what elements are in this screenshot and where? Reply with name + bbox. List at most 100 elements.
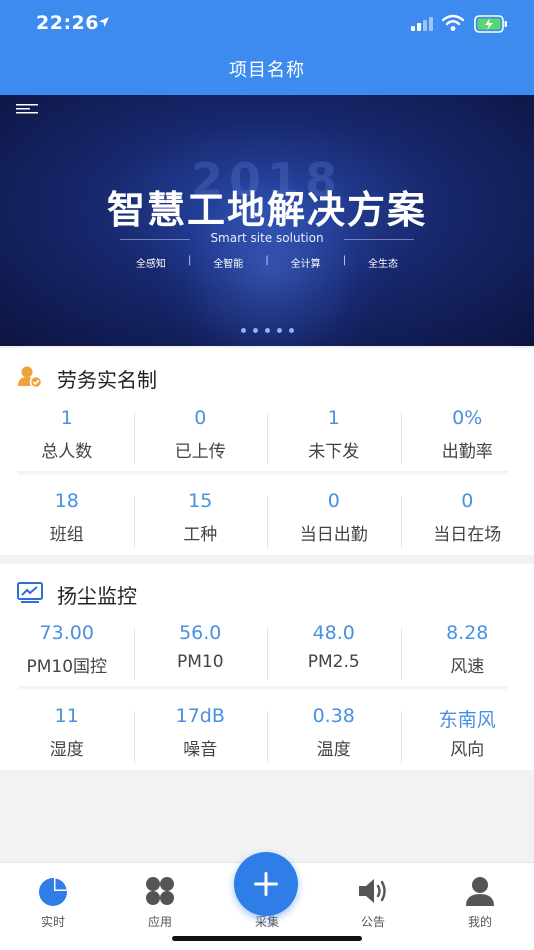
dust-section-title: 扬尘监控 [57,584,137,608]
pie-chart-icon [39,877,68,906]
stat-label: 温度 [316,740,351,760]
stat-value: 1 [327,407,340,429]
tab-mine[interactable]: 我的 [440,875,520,930]
stat-label: 出勤率 [441,442,493,462]
worker-badge-icon [18,366,43,389]
monitor-chart-icon [17,582,43,603]
stat-value: 15 [188,490,213,512]
stat-value: 东南风 [438,709,496,731]
page-dot[interactable] [288,328,294,333]
banner-rule-right [344,239,414,240]
banner-subline: Smart site solution [210,231,324,245]
stat-value: 56.0 [179,622,222,644]
stat-label: 总人数 [41,442,93,462]
stat-value: 48.0 [312,622,355,644]
collect-fab-button[interactable] [234,852,298,916]
stat-teams[interactable]: 18 班组 [0,482,134,562]
stat-label: PM10 [176,652,224,672]
status-bar: 22:26 [0,0,534,48]
home-indicator [172,936,362,941]
tab-label: 我的 [467,915,492,929]
labor-section: 劳务实名制 1 总人数 0 已上传 1 未下发 0% 出勤率 18 班组 15 … [0,348,534,555]
stat-uploaded[interactable]: 0 已上传 [133,399,268,479]
status-time: 22:26 [36,12,99,34]
banner-tag: 全感知 [135,259,166,270]
stat-label: 未下发 [308,442,360,462]
stat-label: 班组 [49,525,84,545]
promo-banner[interactable]: 2018 智慧工地解决方案 Smart site solution 全感知 | … [0,95,534,346]
stat-value: 1 [60,407,73,429]
stat-label: 工种 [183,525,218,545]
stat-today-onsite[interactable]: 0 当日在场 [400,482,534,562]
banner-tag-separator: | [265,255,269,266]
stat-value: 0.38 [312,705,355,727]
tab-apps[interactable]: 应用 [120,875,200,930]
page-dot[interactable] [264,328,270,333]
top-bar: 22:26 项目名称 [0,0,534,95]
stat-total-people[interactable]: 1 总人数 [0,399,134,479]
stat-temperature[interactable]: 0.38 温度 [267,697,401,777]
stat-label: 当日在场 [433,525,502,545]
banner-tag: 全计算 [290,259,321,270]
stat-value: 17dB [175,705,225,727]
stat-attendance-rate[interactable]: 0% 出勤率 [400,399,534,479]
stat-label: 风向 [450,740,485,760]
plus-icon [254,872,278,896]
page-title: 项目名称 [229,60,305,81]
tab-notice[interactable]: 公告 [333,875,413,930]
row-divider [18,686,508,690]
menu-icon[interactable] [16,103,38,115]
page-dot[interactable] [252,328,258,333]
tab-label: 应用 [147,915,172,929]
stat-noise[interactable]: 17dB 噪音 [133,697,268,777]
tab-label: 实时 [40,915,65,929]
banner-tag: 全生态 [368,259,399,270]
page-dot[interactable] [240,328,246,333]
stat-label: 当日出勤 [299,525,368,545]
stat-label: 已上传 [174,442,226,462]
stat-pm10[interactable]: 56.0 PM10 [133,614,268,694]
speaker-icon [359,879,386,903]
stat-not-issued[interactable]: 1 未下发 [267,399,401,479]
location-arrow-icon [99,17,109,27]
row-divider [18,471,508,475]
stat-value: 8.28 [446,622,489,644]
tab-label: 公告 [360,915,385,929]
stat-label: PM2.5 [307,652,360,672]
stat-wind-direction[interactable]: 东南风 风向 [400,697,534,777]
stat-humidity[interactable]: 11 湿度 [0,697,134,777]
labor-section-header[interactable]: 劳务实名制 [0,348,534,406]
banner-tags: 全感知 | 全智能 | 全计算 | 全生态 [0,255,534,270]
stat-pm10-national[interactable]: 73.00 PM10国控 [0,614,134,694]
user-icon [466,877,494,906]
stat-pm25[interactable]: 48.0 PM2.5 [267,614,401,694]
labor-stats-row-1: 1 总人数 0 已上传 1 未下发 0% 出勤率 [0,399,534,479]
labor-section-title: 劳务实名制 [57,368,157,392]
stat-wind-speed[interactable]: 8.28 风速 [400,614,534,694]
apps-grid-icon [146,877,174,905]
wifi-icon [442,14,464,31]
dust-section: 扬尘监控 73.00 PM10国控 56.0 PM10 48.0 PM2.5 8… [0,564,534,770]
banner-page-indicator[interactable] [0,328,534,333]
stat-value: 0% [452,407,483,429]
banner-tag-separator: | [187,255,192,266]
stat-value: 0 [327,490,340,512]
stat-trades[interactable]: 15 工种 [133,482,268,562]
stat-value: 11 [54,705,79,727]
banner-tag-separator: | [342,255,347,266]
stat-value: 18 [54,490,79,512]
stat-label: 噪音 [183,740,218,760]
stat-today-attendance[interactable]: 0 当日出勤 [267,482,401,562]
stat-value: 73.00 [39,622,94,644]
battery-icon [474,15,507,33]
labor-stats-row-2: 18 班组 15 工种 0 当日出勤 0 当日在场 [0,482,534,562]
stat-value: 0 [194,407,207,429]
signal-icon [411,17,433,31]
dust-stats-row-2: 11 湿度 17dB 噪音 0.38 温度 东南风 风向 [0,697,534,777]
stat-label: PM10国控 [26,657,108,677]
stat-label: 湿度 [49,740,84,760]
banner-headline: 智慧工地解决方案 [106,188,427,232]
page-dot[interactable] [276,328,282,333]
tab-realtime[interactable]: 实时 [13,875,93,930]
stat-value: 0 [461,490,474,512]
